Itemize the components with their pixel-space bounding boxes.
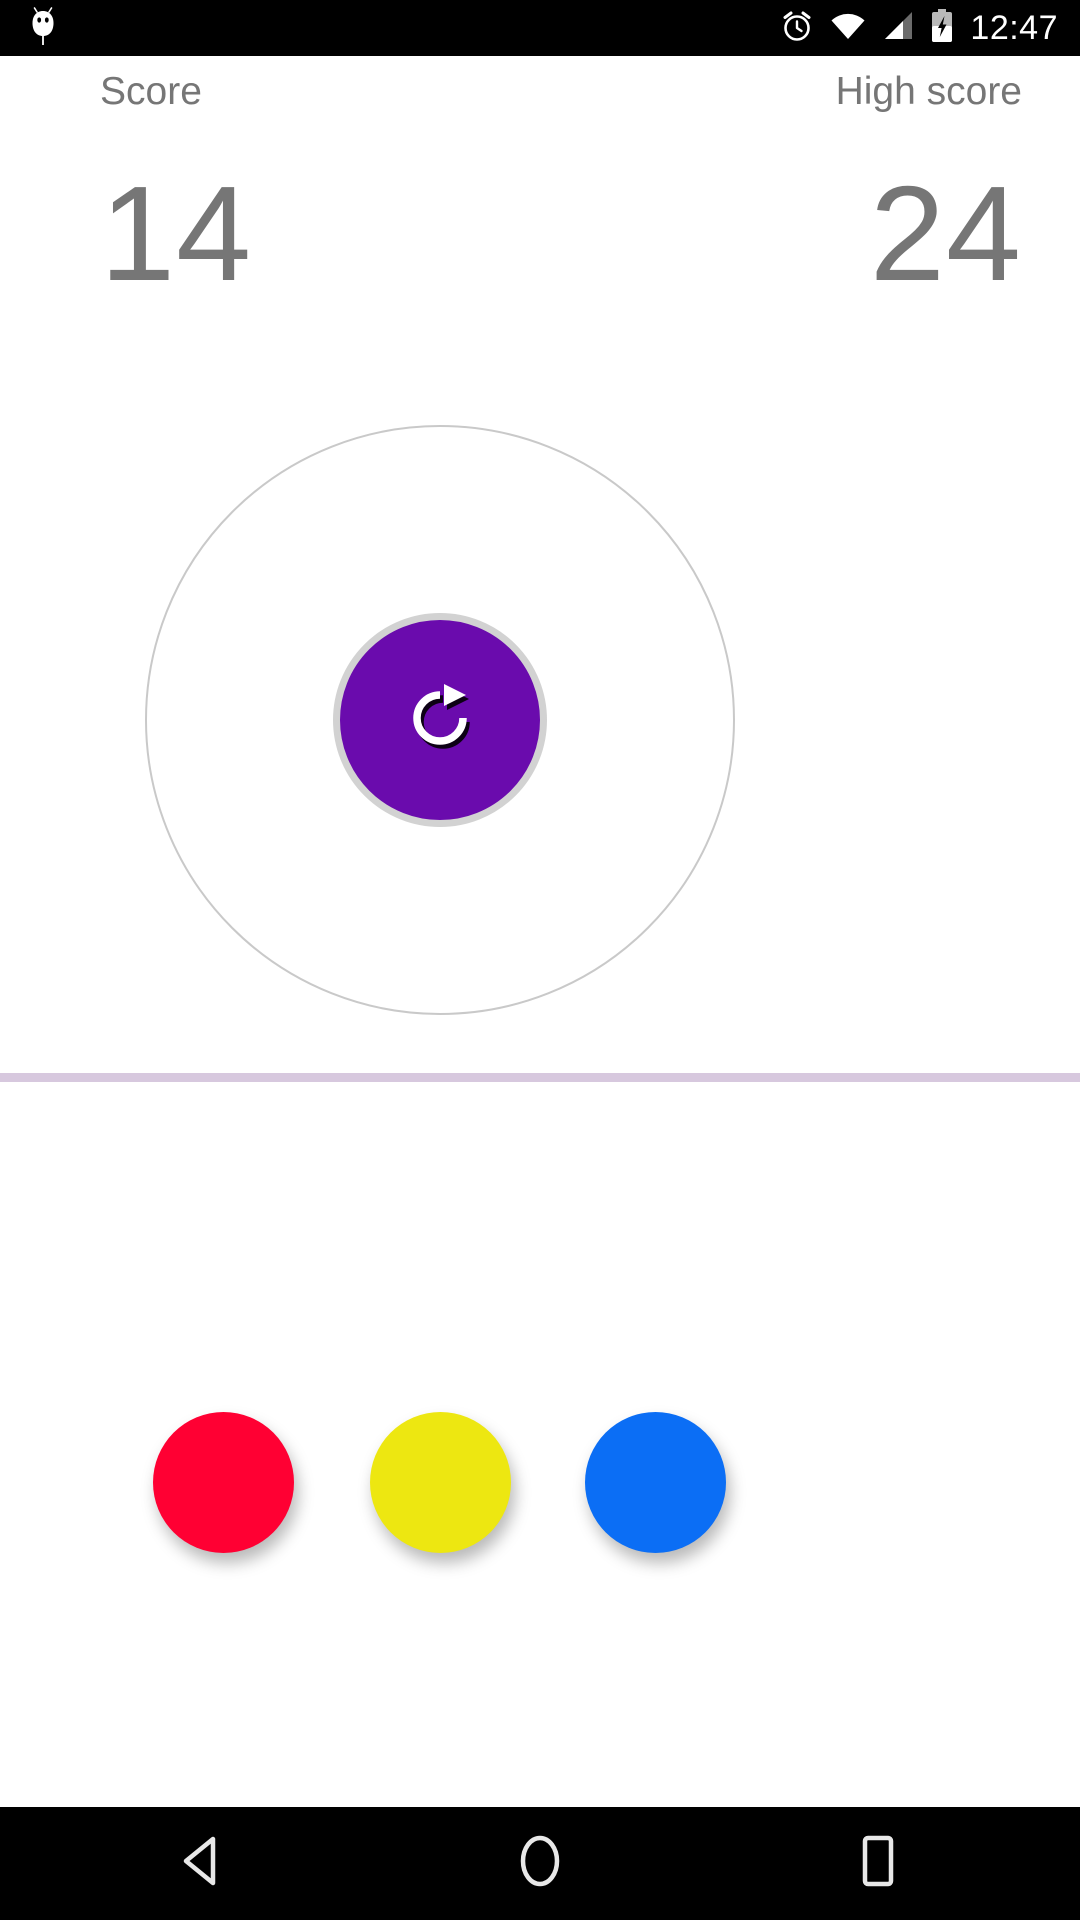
- color-dot-yellow[interactable]: [370, 1412, 511, 1553]
- back-triangle-icon: [179, 1836, 225, 1891]
- wifi-icon: [830, 11, 866, 46]
- cellular-signal-icon: [882, 11, 914, 46]
- status-bar-clock: 12:47: [970, 9, 1058, 47]
- nav-back-button[interactable]: [122, 1807, 282, 1920]
- high-score-label: High score: [835, 70, 1022, 113]
- app-screen: 12:47 Score 14 High score 24: [0, 0, 1080, 1920]
- color-palette: [0, 1082, 1080, 1754]
- score-value: 14: [100, 158, 253, 309]
- color-dot-red[interactable]: [153, 1412, 294, 1553]
- high-score-block: High score 24: [580, 56, 1080, 304]
- status-bar-right-icons: 12:47: [780, 0, 1058, 56]
- status-bar-left-icons: [28, 0, 58, 56]
- color-dot-blue[interactable]: [585, 1412, 726, 1553]
- battery-charging-icon: [930, 8, 954, 48]
- android-bugdroid-icon: [28, 6, 58, 50]
- alarm-clock-icon: [780, 9, 814, 48]
- playfield: [0, 356, 1080, 1076]
- score-label: Score: [100, 70, 202, 113]
- status-bar: 12:47: [0, 0, 1080, 56]
- recents-square-icon: [856, 1834, 900, 1893]
- scoreboard: Score 14 High score 24: [0, 56, 1080, 356]
- nav-recents-button[interactable]: [798, 1807, 958, 1920]
- refresh-icon: [404, 682, 476, 759]
- section-divider: [0, 1073, 1080, 1082]
- score-block: Score 14: [0, 56, 500, 304]
- restart-button[interactable]: [333, 613, 547, 827]
- home-circle-icon: [515, 1834, 565, 1893]
- high-score-value: 24: [869, 158, 1022, 309]
- android-navigation-bar: [0, 1807, 1080, 1920]
- nav-home-button[interactable]: [460, 1807, 620, 1920]
